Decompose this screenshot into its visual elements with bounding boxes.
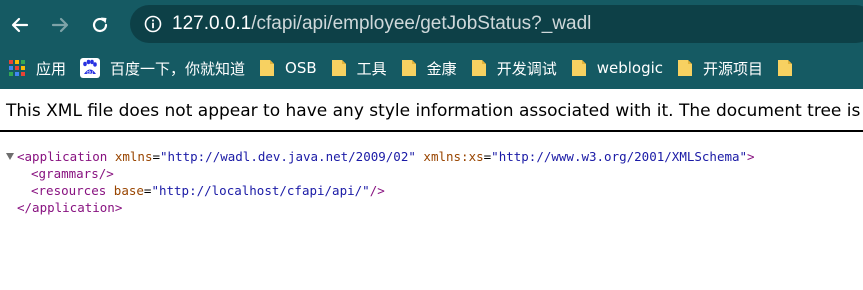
xml-attr: base [113,183,144,198]
bookmark-folder-debug[interactable]: 开发调试 [463,53,563,83]
svg-text:du: du [87,70,94,76]
address-bar[interactable]: 127.0.0.1/cfapi/api/employee/getJobStatu… [130,5,863,43]
folder-icon [401,59,417,77]
xml-attr: xmlns:xs [423,149,484,164]
arrow-left-icon [11,17,29,32]
bookmark-label: 金康 [426,59,457,78]
xml-tree: <application xmlns="http://wadl.dev.java… [0,148,863,216]
bookmark-label: 应用 [36,59,67,78]
arrow-right-icon [51,17,69,32]
xml-tag: /> [369,183,385,198]
baidu-icon: du [80,58,101,78]
collapse-triangle-icon[interactable] [6,153,14,160]
folder-icon [571,59,587,77]
url-path: /cfapi/api/employee/getJobStatus?_wadl [251,13,592,34]
back-button[interactable] [0,5,40,45]
bookmark-folder-osb[interactable]: OSB [251,53,323,83]
xml-line-application: <application xmlns="http://wadl.dev.java… [0,148,863,165]
xml-attr: xmlns [114,149,153,164]
bookmark-label: OSB [285,59,317,77]
bookmarks-bar: 应用 du 百度一下，你就知道 OSB 工具 金康 开发调试 weblogic … [0,49,863,87]
bookmark-folder-opensource[interactable]: 开源项目 [669,53,769,83]
xml-line-application-close: </application> [0,199,863,216]
xml-notice-text: This XML file does not appear to have an… [6,101,861,121]
folder-icon [677,59,693,77]
xml-attr-value: "http://localhost/cfapi/api/" [151,183,370,198]
xml-attr-value: "http://wadl.dev.java.net/2009/02" [160,149,416,164]
reload-icon [92,17,108,32]
bookmark-folder-weblogic[interactable]: weblogic [563,53,669,83]
xml-tag: <resources [31,183,107,198]
folder-icon [331,59,347,77]
xml-line-content: <application xmlns="http://wadl.dev.java… [17,149,755,164]
folder-icon [259,59,275,77]
xml-line-content: <resources base="http://localhost/cfapi/… [31,183,385,198]
bookmark-label: 百度一下，你就知道 [110,59,246,78]
url-text[interactable]: 127.0.0.1/cfapi/api/employee/getJobStatu… [172,13,591,35]
xml-tag: </application> [17,200,123,215]
bookmark-folder-jinkang[interactable]: 金康 [393,53,463,83]
info-icon[interactable] [144,15,162,33]
xml-line-resources: <resources base="http://localhost/cfapi/… [0,182,863,199]
url-host: 127.0.0.1 [172,13,252,34]
apps-grid-icon [8,59,26,77]
browser-chrome: 127.0.0.1/cfapi/api/employee/getJobStatu… [0,0,863,89]
bookmark-label: weblogic [596,59,664,77]
xml-tag: > [747,149,755,164]
bookmark-label: 工具 [356,59,387,78]
xml-attr-value: "http://www.w3.org/2001/XMLSchema" [491,149,748,164]
folder-icon [471,59,487,77]
bookmark-label: 开发调试 [496,59,557,78]
xml-tag: <grammars/> [31,166,114,181]
reload-button[interactable] [80,5,120,45]
folder-icon [777,59,793,77]
bookmark-folder-tools[interactable]: 工具 [323,53,393,83]
bookmark-folder-overflow[interactable] [769,53,809,83]
xml-line-grammars: <grammars/> [0,165,863,182]
bookmark-label: 开源项目 [703,59,764,78]
xml-tag: <application [17,149,108,164]
bookmark-apps[interactable]: 应用 [0,53,72,83]
xml-style-notice: This XML file does not appear to have an… [0,89,863,132]
forward-button[interactable] [40,5,80,45]
bookmark-baidu[interactable]: du 百度一下，你就知道 [72,53,251,83]
